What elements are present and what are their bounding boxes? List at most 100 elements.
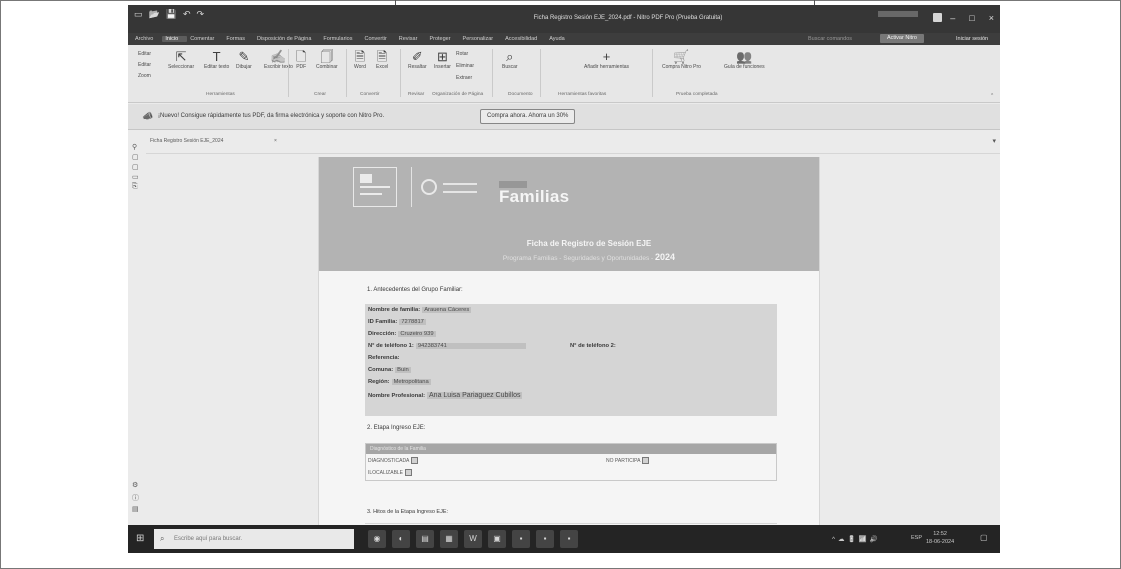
tab-accesibilidad[interactable]: Accesibilidad [502, 36, 546, 42]
edge-icon[interactable]: ◐ [392, 530, 410, 548]
tab-formas[interactable]: Formas [223, 36, 254, 42]
to-word-button[interactable]: 🗎 Word [354, 49, 366, 70]
windows-start-icon[interactable]: ⊞ [136, 533, 144, 544]
highlighter-icon: ✐ [411, 49, 423, 64]
notifications-icon[interactable]: ▢ [980, 533, 988, 542]
ministry-logo-text [443, 183, 477, 193]
checkbox[interactable] [642, 457, 650, 464]
tab-formularios[interactable]: Formularios [320, 36, 361, 42]
document-tab[interactable]: Ficha Registro Sesión EJE_2024 [150, 138, 223, 144]
checkbox[interactable] [411, 457, 419, 464]
highlight-button[interactable]: ✐ Resaltar [408, 49, 427, 70]
delete-button[interactable]: Eliminar [456, 63, 474, 69]
ribbon-side-edit[interactable]: Editar [138, 51, 151, 57]
bookmarks-icon[interactable]: ▢ [132, 163, 139, 171]
promo-text: ¡Nuevo! Consigue rápidamente tus PDF, da… [158, 113, 385, 119]
address-input[interactable]: Cruzeiro 939 [398, 331, 436, 337]
monitor-screen: ▭ 📂 💾 ↶ ↷ Ficha Registro Sesión EJE_2024… [128, 5, 1000, 553]
field-phone-1: N° de teléfono 1: 942383741 [368, 343, 526, 349]
phone-1-input[interactable]: 942383741 [415, 343, 526, 349]
login-link[interactable]: Iniciar sesión [956, 36, 988, 42]
comments-icon[interactable]: ▭ [132, 173, 139, 181]
app-icon[interactable]: ▪ [512, 530, 530, 548]
region-input[interactable]: Metropolitana [391, 379, 431, 385]
tab-revisar[interactable]: Revisar [396, 36, 427, 42]
cart-icon: 🛒 [673, 49, 690, 64]
section-title: 1. Antecedentes del Grupo Familiar: [367, 287, 463, 293]
tab-comentar[interactable]: Comentar [187, 36, 223, 42]
clock[interactable]: 12:52 18-06-2024 [926, 530, 954, 546]
explorer-icon[interactable]: ▤ [416, 530, 434, 548]
app-icon[interactable]: ▪ [536, 530, 554, 548]
search-button[interactable]: ⌕ Buscar [502, 49, 518, 70]
app-icon[interactable]: ▪ [560, 530, 578, 548]
command-search-input[interactable]: Buscar comandos [808, 36, 852, 42]
extract-button[interactable]: Extraer [456, 75, 472, 81]
avatar[interactable] [933, 13, 942, 22]
word-app-icon[interactable]: W [464, 530, 482, 548]
tab-inicio[interactable]: Inicio [162, 36, 188, 42]
draw-button[interactable]: ✎ Dibujar [236, 49, 252, 70]
attachments-icon[interactable]: ⎘ [132, 183, 138, 191]
comuna-input[interactable]: Buin [395, 367, 411, 373]
buy-button[interactable]: 🛒 Compra Nitro Pro [662, 49, 701, 70]
feature-guide-button[interactable]: 👥 Guía de funciones [724, 49, 765, 70]
ribbon-separator [652, 49, 653, 97]
save-icon[interactable]: 💾 [166, 9, 177, 20]
excel-app-icon[interactable]: ▦ [440, 530, 458, 548]
language-indicator[interactable]: ESP [911, 535, 922, 541]
clock-date: 18-06-2024 [926, 539, 955, 545]
plus-icon: + [602, 49, 611, 64]
settings-icon[interactable]: ⚙ [132, 481, 138, 489]
combine-icon: 🗍 [320, 49, 334, 64]
close-button[interactable]: × [989, 13, 994, 23]
family-name-input[interactable]: Arauena Cáceres [422, 307, 472, 313]
ribbon-separator [492, 49, 493, 97]
hand-icon[interactable]: ⚲ [132, 143, 137, 151]
professional-input[interactable]: Ana Luisa Pariaguez Cubillos [427, 392, 523, 399]
rotate-button[interactable]: Rotar [456, 51, 468, 57]
panel-icon[interactable]: ▤ [132, 505, 139, 513]
collapse-ribbon-icon[interactable]: ⌃ [990, 93, 994, 99]
redo-icon[interactable]: ↷ [197, 9, 205, 20]
close-tab-icon[interactable]: × [274, 138, 277, 144]
open-icon[interactable]: 📂 [149, 9, 160, 20]
tab-disposicion[interactable]: Disposición de Página [254, 36, 320, 42]
ribbon-group-label: Organización de Página [432, 92, 484, 97]
app-menu-icon[interactable]: ▭ [134, 9, 143, 20]
tab-proteger[interactable]: Proteger [426, 36, 459, 42]
activate-button[interactable]: Activar Nitro [880, 34, 924, 43]
chevron-down-icon[interactable]: ▾ [992, 137, 996, 145]
family-id-input[interactable]: 7278817 [399, 319, 426, 325]
pdf-app-icon[interactable]: ▣ [488, 530, 506, 548]
program-brand: Familias [499, 187, 570, 206]
tab-archivo[interactable]: Archivo [132, 36, 162, 42]
search-icon: ⌕ [506, 49, 514, 64]
pages-icon[interactable]: ▢ [132, 153, 139, 161]
select-button[interactable]: ⇱ Seleccionar [168, 49, 194, 70]
text-icon: T [212, 49, 221, 64]
info-icon[interactable]: ⓘ [132, 493, 139, 503]
system-tray[interactable]: ^☁🔋📶🔊 [832, 535, 881, 543]
chrome-icon[interactable]: ◉ [368, 530, 386, 548]
ribbon-toolbar: Editar Editar Zoom ⇱ Seleccionar T Editar … [128, 45, 1000, 103]
tab-personalizar[interactable]: Personalizar [460, 36, 503, 42]
edit-text-button[interactable]: T Editar texto [204, 49, 229, 70]
undo-icon[interactable]: ↶ [183, 9, 191, 20]
taskbar-search-input[interactable]: ⌕ Escribe aquí para buscar. [154, 529, 354, 549]
buy-now-button[interactable]: Compra ahora. Ahorra un 30% [480, 109, 576, 124]
government-logo [353, 167, 397, 207]
checkbox[interactable] [405, 469, 413, 476]
minimize-button[interactable]: – [950, 13, 955, 23]
maximize-button[interactable]: □ [969, 13, 974, 23]
combine-button[interactable]: 🗍 Combinar [316, 49, 338, 70]
ribbon-side-zoom[interactable]: Zoom [138, 73, 151, 79]
add-tools-button[interactable]: + Añadir herramientas [584, 49, 629, 70]
insert-button[interactable]: ⊞ Insertar [434, 49, 451, 70]
ribbon-side-edit-2[interactable]: Editar [138, 62, 151, 68]
create-pdf-button[interactable]: 🗋 PDF [296, 49, 306, 70]
tab-ayuda[interactable]: Ayuda [546, 36, 574, 42]
to-excel-button[interactable]: 🗎 Excel [376, 49, 388, 70]
people-icon: 👥 [736, 49, 753, 64]
tab-convertir[interactable]: Convertir [361, 36, 395, 42]
